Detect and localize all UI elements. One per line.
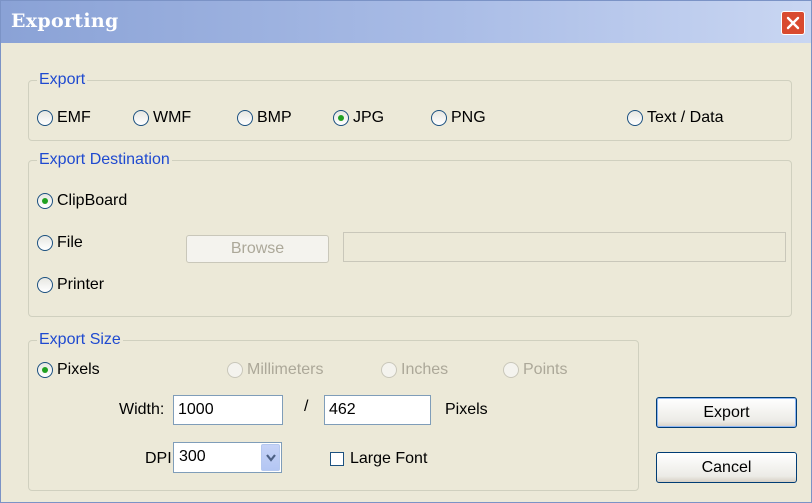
width-label: Width: (119, 401, 165, 418)
large-font-checkbox[interactable]: Large Font (330, 450, 427, 468)
height-input[interactable] (324, 395, 431, 425)
radio-printer-circle[interactable] (37, 277, 53, 293)
radio-png[interactable]: PNG (431, 107, 486, 129)
radio-jpg-circle[interactable] (333, 110, 349, 126)
dpi-label: DPI: (145, 450, 177, 467)
radio-clipboard-circle[interactable] (37, 193, 53, 209)
radio-pixels-circle[interactable] (37, 362, 53, 378)
title-bar[interactable]: Exporting (1, 1, 811, 43)
radio-inches-circle[interactable] (381, 362, 397, 378)
export-format-legend: Export (39, 71, 86, 88)
radio-file-circle[interactable] (37, 235, 53, 251)
large-font-label: Large Font (350, 450, 428, 467)
radio-printer[interactable]: Printer (37, 274, 104, 296)
close-button[interactable] (781, 11, 805, 35)
export-destination-legend: Export Destination (39, 151, 170, 168)
radio-wmf-label: WMF (153, 109, 192, 126)
radio-bmp-label: BMP (257, 109, 292, 126)
dialog-body: Export EMF WMF BMP JPG PNG Text / Data E… (7, 43, 805, 498)
radio-millimeters[interactable]: Millimeters (227, 359, 323, 381)
radio-wmf[interactable]: WMF (133, 107, 191, 129)
radio-emf-circle[interactable] (37, 110, 53, 126)
dpi-select[interactable]: 300 (173, 442, 282, 473)
radio-clipboard[interactable]: ClipBoard (37, 190, 127, 212)
dialog-title: Exporting (11, 10, 119, 32)
radio-millimeters-circle[interactable] (227, 362, 243, 378)
radio-png-label: PNG (451, 109, 486, 126)
radio-printer-label: Printer (57, 276, 105, 293)
radio-text-data-label: Text / Data (647, 109, 724, 126)
browse-button[interactable]: Browse (186, 235, 329, 263)
radio-emf[interactable]: EMF (37, 107, 91, 129)
radio-png-circle[interactable] (431, 110, 447, 126)
export-format-group: Export (28, 71, 792, 141)
close-icon (786, 16, 800, 30)
radio-millimeters-label: Millimeters (247, 361, 324, 378)
size-separator: / (304, 398, 309, 415)
radio-wmf-circle[interactable] (133, 110, 149, 126)
radio-inches-label: Inches (401, 361, 449, 378)
dpi-value: 300 (179, 448, 206, 465)
radio-text-data-circle[interactable] (627, 110, 643, 126)
radio-pixels-label: Pixels (57, 361, 100, 378)
radio-points-label: Points (523, 361, 568, 378)
chevron-down-icon (266, 454, 276, 462)
radio-pixels[interactable]: Pixels (37, 359, 100, 381)
radio-file[interactable]: File (37, 232, 83, 254)
radio-points[interactable]: Points (503, 359, 567, 381)
radio-jpg-label: JPG (353, 109, 385, 126)
cancel-button[interactable]: Cancel (656, 452, 797, 483)
radio-emf-label: EMF (57, 109, 91, 126)
export-dialog: Exporting Export EMF WMF BMP JPG PNG Tex… (0, 0, 812, 503)
radio-inches[interactable]: Inches (381, 359, 448, 381)
radio-jpg[interactable]: JPG (333, 107, 384, 129)
export-button[interactable]: Export (656, 397, 797, 428)
dpi-dropdown-button[interactable] (261, 444, 280, 471)
width-input[interactable] (173, 395, 283, 425)
radio-file-label: File (57, 234, 83, 251)
large-font-checkbox-box[interactable] (330, 452, 344, 466)
radio-bmp-circle[interactable] (237, 110, 253, 126)
radio-bmp[interactable]: BMP (237, 107, 292, 129)
radio-points-circle[interactable] (503, 362, 519, 378)
export-size-legend: Export Size (39, 331, 121, 348)
size-units-label: Pixels (445, 401, 488, 418)
file-path-input[interactable] (343, 232, 786, 262)
radio-text-data[interactable]: Text / Data (627, 107, 723, 129)
radio-clipboard-label: ClipBoard (57, 192, 128, 209)
